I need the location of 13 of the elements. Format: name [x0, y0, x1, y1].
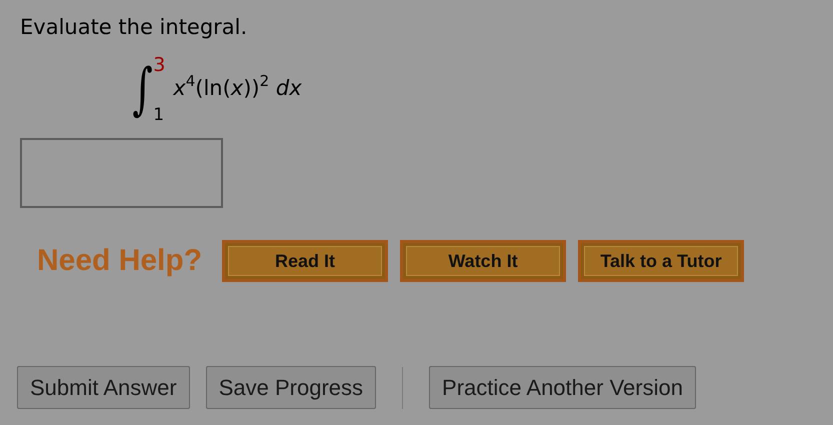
integral-sign: ∫	[132, 62, 153, 118]
action-button[interactable]: Submit Answer	[17, 366, 190, 409]
help-button[interactable]: Read It	[222, 240, 388, 282]
need-help-label: Need Help?	[37, 244, 202, 278]
question-prompt: Evaluate the integral.	[20, 14, 248, 41]
integrand: x$^{4}$(ln(x))$^{2}$ dx	[173, 76, 302, 100]
lower-limit: 1	[153, 105, 166, 125]
answer-box[interactable]	[20, 138, 223, 208]
upper-limit: 3	[153, 55, 166, 75]
action-button[interactable]: Practice Another Version	[429, 366, 696, 409]
action-button[interactable]: Save Progress	[206, 366, 376, 409]
help-button[interactable]: Watch It	[400, 240, 566, 282]
help-button[interactable]: Talk to a Tutor	[578, 240, 744, 282]
